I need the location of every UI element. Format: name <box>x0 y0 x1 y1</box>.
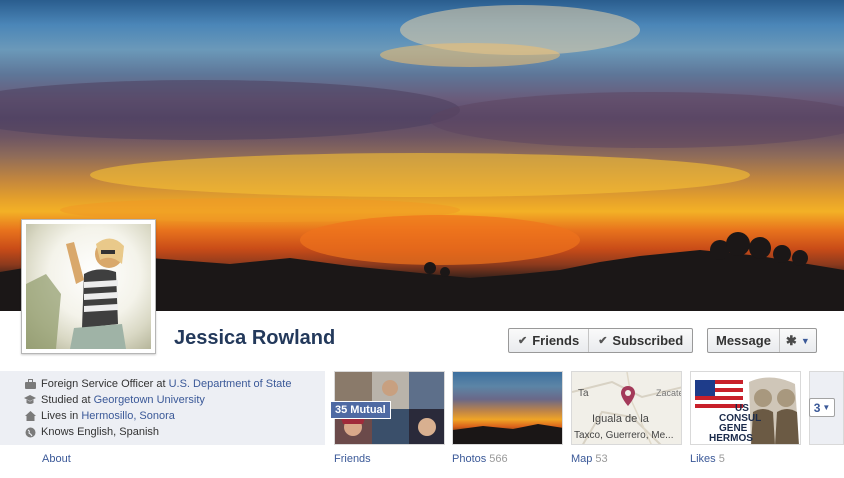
languages-text: Knows English, Spanish <box>41 426 160 438</box>
work-link[interactable]: U.S. Department of State <box>169 378 292 390</box>
likes-tile[interactable]: US CONSUL GENE HERMOS <box>690 371 801 445</box>
check-icon: ✔ <box>598 335 608 347</box>
subscribed-button[interactable]: ✔ Subscribed <box>588 329 692 352</box>
study-row: Studied at Georgetown University <box>24 392 325 408</box>
message-button[interactable]: Message <box>708 329 779 352</box>
lives-row: Lives in Hermosillo, Sonora <box>24 408 325 424</box>
photos-preview <box>453 424 562 444</box>
map-label: Map <box>571 453 593 465</box>
likes-link[interactable]: Likes 5 <box>690 453 725 465</box>
map-text-zacate: Zacate <box>656 388 682 398</box>
languages-row: Knows English, Spanish <box>24 424 325 440</box>
map-text-taxco: Taxco, Guerrero, Me... <box>574 430 674 441</box>
map-pin-icon <box>621 386 635 409</box>
friends-button[interactable]: ✔ Friends <box>509 329 588 352</box>
check-icon: ✔ <box>518 335 528 347</box>
about-label: About <box>42 453 71 465</box>
profile-photo <box>26 224 151 349</box>
logo-text-hermos: HERMOS <box>709 433 753 444</box>
friends-label: Friends <box>334 453 371 465</box>
globe-icon <box>24 426 36 438</box>
about-link[interactable]: About <box>42 453 71 465</box>
study-prefix: Studied at <box>41 394 91 406</box>
message-button-group: Message ✱ ▼ <box>707 328 817 353</box>
more-tiles-button[interactable]: 3 ▼ <box>809 398 835 417</box>
photos-link[interactable]: Photos 566 <box>452 453 508 465</box>
map-text-iguala: Iguala de la <box>592 413 649 425</box>
photos-count: 566 <box>489 453 508 465</box>
likes-count: 5 <box>718 453 725 465</box>
profile-name[interactable]: Jessica Rowland <box>174 327 335 350</box>
work-prefix: Foreign Service Officer at <box>41 378 166 390</box>
friends-button-label: Friends <box>532 333 580 348</box>
person-illustration <box>26 238 126 349</box>
about-summary-panel: Foreign Service Officer at U.S. Departme… <box>0 371 325 445</box>
more-count: 3 <box>813 400 821 415</box>
lives-prefix: Lives in <box>41 410 79 422</box>
likes-label: Likes <box>690 453 716 465</box>
work-row: Foreign Service Officer at U.S. Departme… <box>24 376 325 392</box>
friends-link[interactable]: Friends <box>334 453 371 465</box>
study-link[interactable]: Georgetown University <box>94 394 205 406</box>
map-tile[interactable]: Ta Zacate Iguala de la Taxco, Guerrero, … <box>571 371 682 445</box>
gear-icon: ✱ <box>785 332 797 348</box>
settings-dropdown-button[interactable]: ✱ ▼ <box>778 329 816 352</box>
graduation-cap-icon <box>24 394 36 406</box>
mutual-friends-badge: 35 Mutual <box>330 401 391 419</box>
photos-label: Photos <box>452 453 487 465</box>
subscribed-button-label: Subscribed <box>612 333 684 348</box>
photos-tile[interactable] <box>452 371 563 445</box>
chevron-down-icon: ▼ <box>800 335 810 346</box>
map-text-ta: Ta <box>578 388 589 399</box>
map-count: 53 <box>595 453 608 465</box>
relationship-button-group: ✔ Friends ✔ Subscribed <box>508 328 694 353</box>
map-link[interactable]: Map 53 <box>571 453 608 465</box>
house-icon <box>24 410 36 422</box>
profile-picture[interactable] <box>21 219 156 354</box>
briefcase-icon <box>24 378 36 390</box>
chevron-down-icon: ▼ <box>822 403 831 412</box>
lives-link[interactable]: Hermosillo, Sonora <box>81 410 175 422</box>
